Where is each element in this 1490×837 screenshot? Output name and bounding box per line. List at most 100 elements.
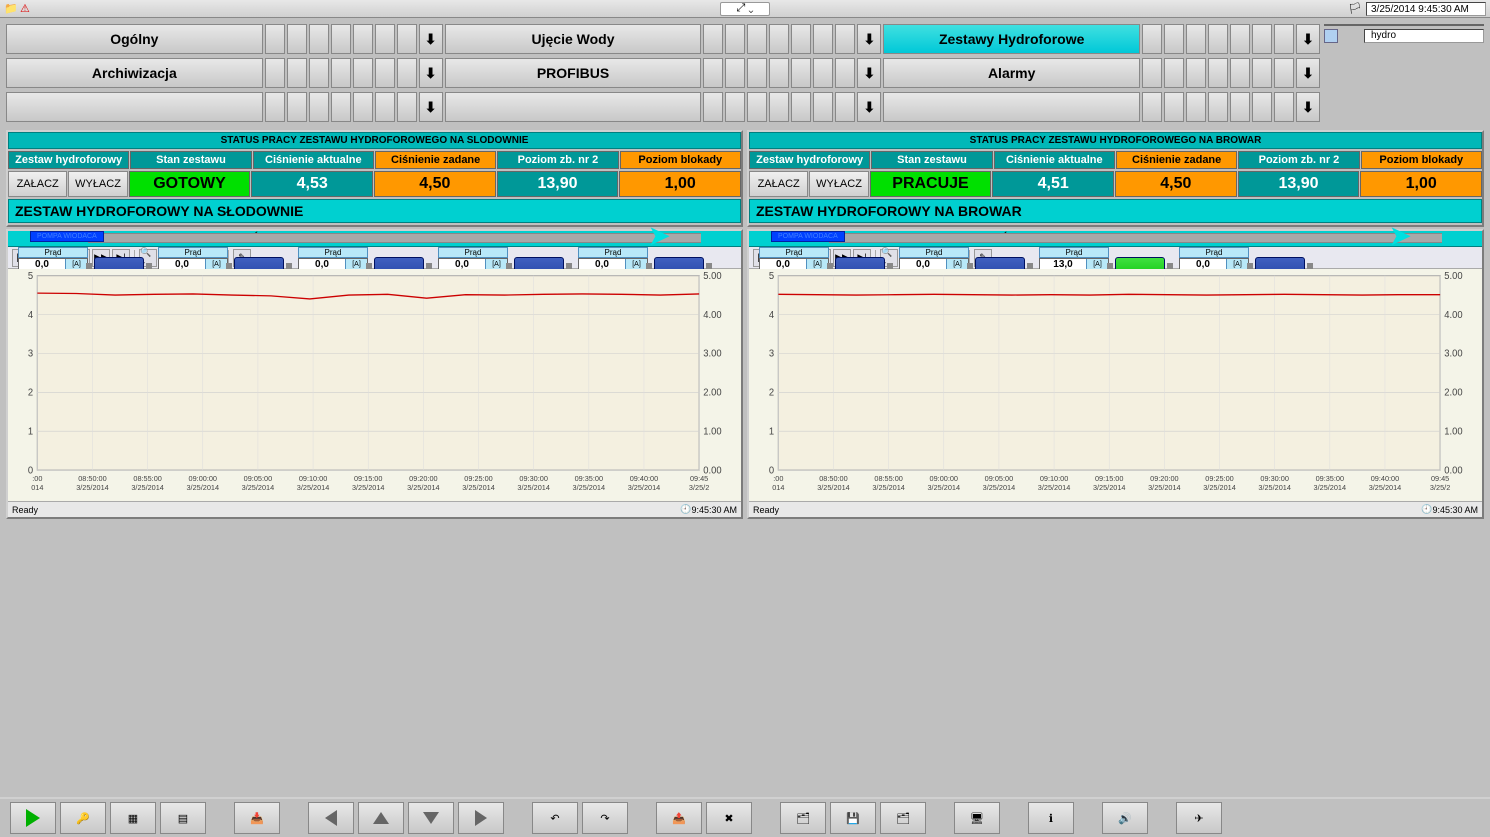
toolbar-undo-button[interactable]: ↶ bbox=[532, 802, 578, 834]
nav-pad[interactable] bbox=[1274, 92, 1294, 122]
nav-pad[interactable] bbox=[703, 24, 723, 54]
nav-dropdown-icon[interactable]: ⬇ bbox=[857, 92, 881, 122]
nav-pad[interactable] bbox=[309, 92, 329, 122]
toolbar-down-button[interactable] bbox=[408, 802, 454, 834]
window-handle[interactable]: ⤢ ⌄ bbox=[720, 2, 770, 16]
nav-pad[interactable] bbox=[287, 24, 307, 54]
nav-pad[interactable] bbox=[835, 58, 855, 88]
chart-plot[interactable]: 0 1 2 3 4 50.001.002.003.004.005.00 :00 … bbox=[749, 269, 1482, 501]
nav-dropdown-icon[interactable]: ⬇ bbox=[857, 58, 881, 88]
toolbar-sound-button[interactable]: 🔊 bbox=[1102, 802, 1148, 834]
nav-pad[interactable] bbox=[725, 58, 745, 88]
nav-pad[interactable] bbox=[1208, 58, 1228, 88]
nav-pad[interactable] bbox=[287, 58, 307, 88]
toolbar-right-button[interactable] bbox=[458, 802, 504, 834]
nav-dropdown-icon[interactable]: ⬇ bbox=[857, 24, 881, 54]
toolbar-list-button[interactable]: ▤ bbox=[160, 802, 206, 834]
nav-1-2[interactable]: Alarmy bbox=[883, 58, 1140, 88]
nav-pad[interactable] bbox=[1164, 92, 1184, 122]
btn-on[interactable]: ZAŁACZ bbox=[8, 171, 67, 197]
nav-pad[interactable] bbox=[1274, 58, 1294, 88]
nav-pad[interactable] bbox=[265, 58, 285, 88]
nav-dropdown-icon[interactable]: ⬇ bbox=[1296, 24, 1320, 54]
nav-pad[interactable] bbox=[397, 92, 417, 122]
nav-dropdown-icon[interactable]: ⬇ bbox=[419, 58, 443, 88]
nav-pad[interactable] bbox=[747, 24, 767, 54]
mini-icon[interactable] bbox=[1324, 29, 1338, 43]
nav-pad[interactable] bbox=[769, 24, 789, 54]
nav-pad[interactable] bbox=[1252, 92, 1272, 122]
nav-pad[interactable] bbox=[835, 92, 855, 122]
nav-2-0[interactable] bbox=[6, 92, 263, 122]
nav-dropdown-icon[interactable]: ⬇ bbox=[419, 92, 443, 122]
nav-1-0[interactable]: Archiwizacja bbox=[6, 58, 263, 88]
nav-pad[interactable] bbox=[287, 92, 307, 122]
nav-pad[interactable] bbox=[769, 92, 789, 122]
nav-2-2[interactable] bbox=[883, 92, 1140, 122]
nav-pad[interactable] bbox=[331, 24, 351, 54]
nav-pad[interactable] bbox=[835, 24, 855, 54]
toolbar-export-button[interactable]: 📤 bbox=[656, 802, 702, 834]
nav-pad[interactable] bbox=[1208, 24, 1228, 54]
nav-pad[interactable] bbox=[397, 24, 417, 54]
btn-off[interactable]: WYŁACZ bbox=[68, 171, 127, 197]
nav-pad[interactable] bbox=[1230, 24, 1250, 54]
nav-0-1[interactable]: Ujęcie Wody bbox=[445, 24, 702, 54]
toolbar-grid-button[interactable]: ▦ bbox=[110, 802, 156, 834]
nav-pad[interactable] bbox=[747, 58, 767, 88]
toolbar-stack-button[interactable]: 🗂 bbox=[780, 802, 826, 834]
btn-off[interactable]: WYŁACZ bbox=[809, 171, 868, 197]
toolbar-left-button[interactable] bbox=[308, 802, 354, 834]
nav-pad[interactable] bbox=[375, 58, 395, 88]
nav-pad[interactable] bbox=[331, 58, 351, 88]
nav-pad[interactable] bbox=[725, 92, 745, 122]
toolbar-info-button[interactable]: ℹ bbox=[1028, 802, 1074, 834]
toolbar-wings-button[interactable]: ✈ bbox=[1176, 802, 1222, 834]
nav-pad[interactable] bbox=[309, 58, 329, 88]
nav-dropdown-icon[interactable]: ⬇ bbox=[1296, 58, 1320, 88]
toolbar-play-button[interactable] bbox=[10, 802, 56, 834]
toolbar-save-button[interactable]: 💾 bbox=[830, 802, 876, 834]
nav-0-2[interactable]: Zestawy Hydroforowe bbox=[883, 24, 1140, 54]
nav-pad[interactable] bbox=[747, 92, 767, 122]
nav-pad[interactable] bbox=[353, 24, 373, 54]
nav-pad[interactable] bbox=[1164, 24, 1184, 54]
nav-pad[interactable] bbox=[703, 58, 723, 88]
nav-dropdown-icon[interactable]: ⬇ bbox=[1296, 92, 1320, 122]
nav-pad[interactable] bbox=[1252, 24, 1272, 54]
nav-pad[interactable] bbox=[1142, 24, 1162, 54]
toolbar-up-button[interactable] bbox=[358, 802, 404, 834]
nav-pad[interactable] bbox=[309, 24, 329, 54]
nav-pad[interactable] bbox=[1208, 92, 1228, 122]
nav-pad[interactable] bbox=[1142, 58, 1162, 88]
nav-pad[interactable] bbox=[1186, 24, 1206, 54]
nav-pad[interactable] bbox=[1230, 58, 1250, 88]
nav-pad[interactable] bbox=[791, 58, 811, 88]
nav-pad[interactable] bbox=[703, 92, 723, 122]
nav-pad[interactable] bbox=[1186, 92, 1206, 122]
toolbar-redo-button[interactable]: ↷ bbox=[582, 802, 628, 834]
nav-pad[interactable] bbox=[1142, 92, 1162, 122]
toolbar-delete-button[interactable]: ✖ bbox=[706, 802, 752, 834]
toolbar-key-button[interactable]: 🔑 bbox=[60, 802, 106, 834]
btn-on[interactable]: ZAŁACZ bbox=[749, 171, 808, 197]
nav-pad[interactable] bbox=[1274, 24, 1294, 54]
toolbar-stackx-button[interactable]: 🗂 bbox=[880, 802, 926, 834]
nav-pad[interactable] bbox=[1230, 92, 1250, 122]
nav-pad[interactable] bbox=[353, 92, 373, 122]
nav-pad[interactable] bbox=[1164, 58, 1184, 88]
nav-pad[interactable] bbox=[791, 24, 811, 54]
nav-pad[interactable] bbox=[813, 24, 833, 54]
nav-pad[interactable] bbox=[725, 24, 745, 54]
toolbar-monitor-button[interactable]: 🖥 bbox=[954, 802, 1000, 834]
nav-pad[interactable] bbox=[813, 92, 833, 122]
nav-0-0[interactable]: Ogólny bbox=[6, 24, 263, 54]
toolbar-import-button[interactable]: 📥 bbox=[234, 802, 280, 834]
nav-pad[interactable] bbox=[375, 24, 395, 54]
nav-pad[interactable] bbox=[1252, 58, 1272, 88]
nav-pad[interactable] bbox=[769, 58, 789, 88]
nav-pad[interactable] bbox=[1186, 58, 1206, 88]
nav-pad[interactable] bbox=[331, 92, 351, 122]
nav-1-1[interactable]: PROFIBUS bbox=[445, 58, 702, 88]
nav-pad[interactable] bbox=[265, 24, 285, 54]
